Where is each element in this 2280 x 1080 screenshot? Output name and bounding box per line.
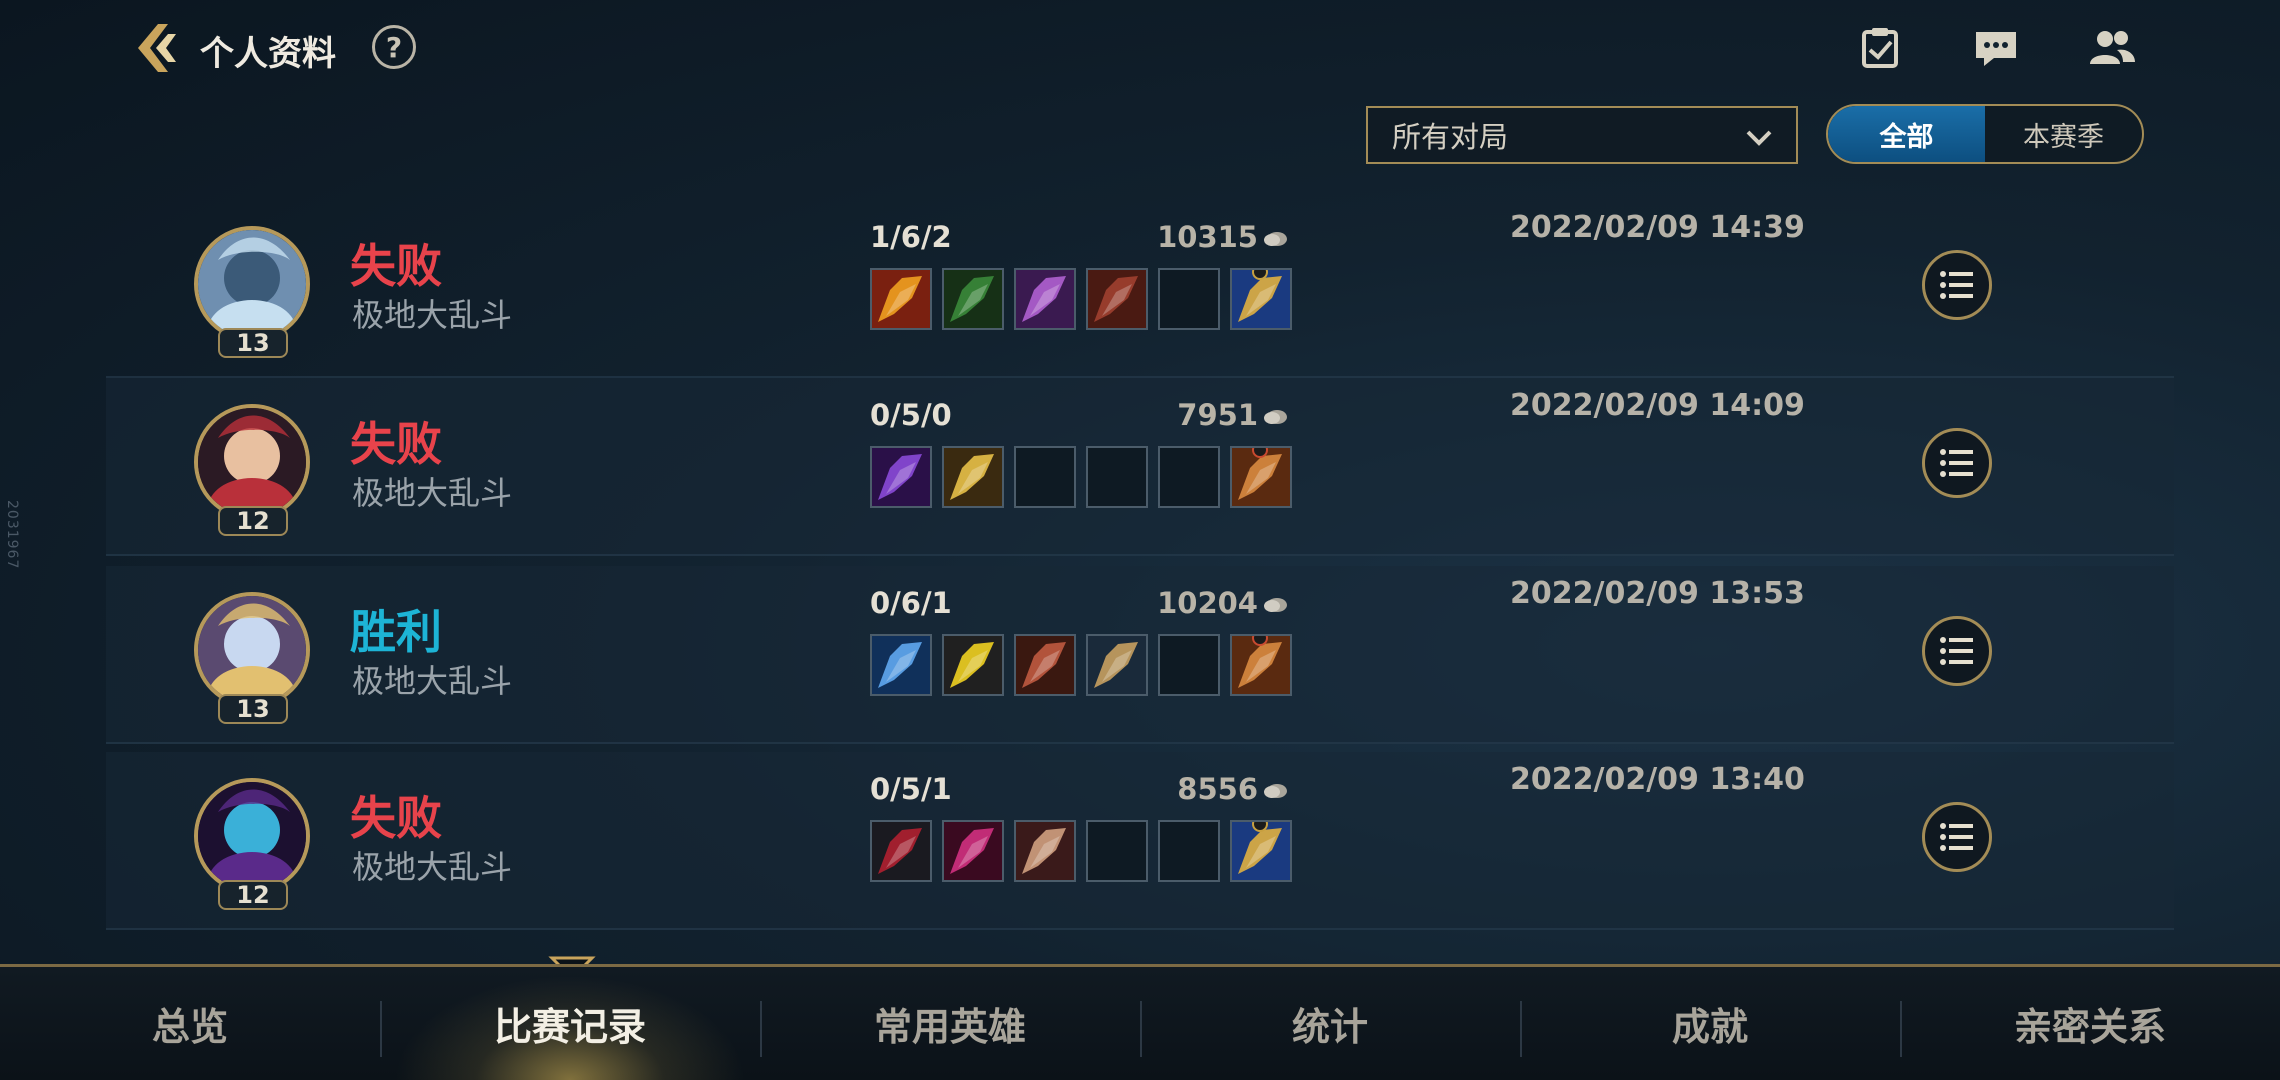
game-mode: 极地大乱斗 xyxy=(352,662,513,700)
item-build xyxy=(870,634,1292,696)
tab-statistics[interactable]: 统计 xyxy=(1140,967,1520,1080)
crimson-scythe-item-icon[interactable] xyxy=(942,820,1004,882)
game-mode: 极地大乱斗 xyxy=(352,474,513,512)
tab-achievements[interactable]: 成就 xyxy=(1520,967,1900,1080)
champion-avatar[interactable] xyxy=(194,778,310,894)
gold-earned: 8556 xyxy=(1106,772,1288,806)
match-details-button[interactable] xyxy=(1922,616,1992,686)
champion-level-badge: 13 xyxy=(218,694,288,724)
green-claw-item-icon[interactable] xyxy=(942,268,1004,330)
match-datetime: 2022/02/09 14:39 xyxy=(1510,210,1805,245)
lightning-dagger-item-icon[interactable] xyxy=(942,446,1004,508)
item-build xyxy=(870,446,1292,508)
match-result: 失败 xyxy=(350,239,442,293)
item-build xyxy=(870,268,1292,330)
tab-match-history[interactable]: 比赛记录 xyxy=(380,967,760,1080)
kda-score: 0/5/0 xyxy=(870,398,952,432)
gold-earned: 10204 xyxy=(1106,586,1288,620)
gold-value: 8556 xyxy=(1177,772,1258,806)
match-details-button[interactable] xyxy=(1922,250,1992,320)
poro-snax-item-icon[interactable] xyxy=(1230,634,1292,696)
golden-hourglass-item-icon[interactable] xyxy=(1230,820,1292,882)
golden-hourglass-item-icon[interactable] xyxy=(1230,268,1292,330)
help-button[interactable]: ? xyxy=(372,25,416,69)
gold-coin-icon xyxy=(1264,784,1287,798)
ice-spear-item-icon[interactable] xyxy=(870,634,932,696)
kda-score: 0/5/1 xyxy=(870,772,952,806)
back-arrow-icon xyxy=(138,24,176,72)
kda-score: 0/6/1 xyxy=(870,586,952,620)
empty-item-slot xyxy=(1086,446,1148,508)
champion-avatar[interactable] xyxy=(194,226,310,342)
match-datetime: 2022/02/09 14:09 xyxy=(1510,388,1805,423)
empty-item-slot xyxy=(1158,820,1220,882)
match-result: 失败 xyxy=(350,791,442,845)
champion-level-badge: 12 xyxy=(218,880,288,910)
match-row[interactable]: 13 失败 极地大乱斗 1/6/2 10315 2022/02/09 14:39 xyxy=(106,200,2174,378)
chevron-down-icon xyxy=(1746,130,1772,146)
tab-relationships[interactable]: 亲密关系 xyxy=(1900,967,2280,1080)
gold-earned: 7951 xyxy=(1106,398,1288,432)
poro-snax-item-icon[interactable] xyxy=(1230,446,1292,508)
gold-coin-icon xyxy=(1264,598,1287,612)
gold-earned: 10315 xyxy=(1106,220,1288,254)
gold-value: 10204 xyxy=(1157,586,1258,620)
list-icon xyxy=(1940,637,1973,665)
friends-icon[interactable] xyxy=(2086,22,2138,74)
back-button[interactable] xyxy=(128,20,184,76)
match-details-button[interactable] xyxy=(1922,802,1992,872)
match-details-button[interactable] xyxy=(1922,428,1992,498)
chat-icon[interactable] xyxy=(1970,22,2022,74)
gold-value: 10315 xyxy=(1157,220,1258,254)
match-result: 失败 xyxy=(350,417,442,471)
tab-current-season[interactable]: 本赛季 xyxy=(1985,106,2142,162)
gold-coin-icon xyxy=(1264,232,1287,246)
match-datetime: 2022/02/09 13:40 xyxy=(1510,762,1805,797)
game-mode: 极地大乱斗 xyxy=(352,848,513,886)
empty-item-slot xyxy=(1014,446,1076,508)
match-row[interactable]: 12 失败 极地大乱斗 0/5/1 8556 2022/02/09 13:40 xyxy=(106,752,2174,930)
game-mode: 极地大乱斗 xyxy=(352,296,513,334)
scope-toggle: 全部 本赛季 xyxy=(1826,104,2144,164)
tab-overview[interactable]: 总览 xyxy=(0,967,380,1080)
match-type-dropdown[interactable]: 所有对局 xyxy=(1366,106,1798,164)
page-title: 个人资料 xyxy=(200,34,336,74)
match-row[interactable]: 12 失败 极地大乱斗 0/5/0 7951 2022/02/09 14:09 xyxy=(106,378,2174,556)
champion-avatar[interactable] xyxy=(194,404,310,520)
gold-coin-icon xyxy=(1264,410,1287,424)
kda-score: 1/6/2 xyxy=(870,220,952,254)
match-row[interactable]: 13 胜利 极地大乱斗 0/6/1 10204 2022/02/09 13:53 xyxy=(106,566,2174,744)
red-tome-item-icon[interactable] xyxy=(1086,268,1148,330)
missions-icon[interactable] xyxy=(1854,22,1906,74)
match-datetime: 2022/02/09 13:53 xyxy=(1510,576,1805,611)
champion-level-badge: 13 xyxy=(218,328,288,358)
purple-orb-item-icon[interactable] xyxy=(1014,268,1076,330)
list-icon xyxy=(1940,823,1973,851)
gold-value: 7951 xyxy=(1177,398,1258,432)
empty-item-slot xyxy=(1158,634,1220,696)
list-icon xyxy=(1940,271,1973,299)
dark-armor-item-icon[interactable] xyxy=(870,820,932,882)
side-watermark: 2031967 xyxy=(4,500,20,570)
list-icon xyxy=(1940,449,1973,477)
item-build xyxy=(870,820,1292,882)
rose-dagger-item-icon[interactable] xyxy=(1014,820,1076,882)
yellow-triangle-item-icon[interactable] xyxy=(942,634,1004,696)
champion-level-badge: 12 xyxy=(218,506,288,536)
tab-all[interactable]: 全部 xyxy=(1828,106,1985,162)
purple-blade-item-icon[interactable] xyxy=(870,446,932,508)
fire-sword-item-icon[interactable] xyxy=(870,268,932,330)
bow-item-icon[interactable] xyxy=(1014,634,1076,696)
bottom-nav: 总览 比赛记录 常用英雄 统计 成就 亲密关系 xyxy=(0,964,2280,1080)
match-result: 胜利 xyxy=(350,605,442,659)
empty-item-slot xyxy=(1086,820,1148,882)
tab-favorite-champions[interactable]: 常用英雄 xyxy=(760,967,1140,1080)
match-type-value: 所有对局 xyxy=(1392,120,1509,154)
champion-avatar[interactable] xyxy=(194,592,310,708)
empty-item-slot xyxy=(1158,446,1220,508)
empty-item-slot xyxy=(1158,268,1220,330)
crossbow-item-icon[interactable] xyxy=(1086,634,1148,696)
